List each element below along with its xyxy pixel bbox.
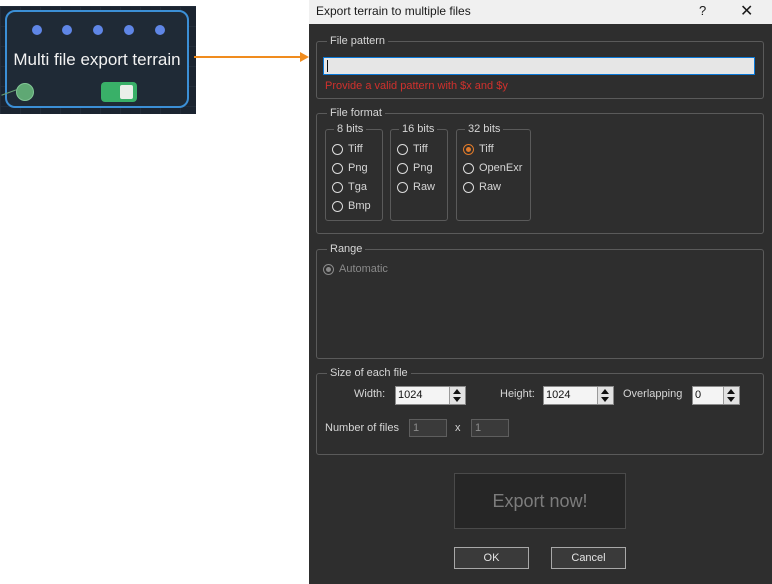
input-port-1[interactable] — [32, 25, 42, 35]
number-of-files-x-field: 1 — [409, 419, 447, 437]
input-port-2[interactable] — [62, 25, 72, 35]
width-label: Width: — [354, 388, 386, 400]
spin-down-icon[interactable] — [453, 397, 461, 402]
format-16bits-group: 16 bits Tiff Png Raw — [390, 123, 448, 221]
radio-circle — [397, 181, 408, 193]
number-of-files-x-value: 1 — [413, 422, 420, 434]
radio-label: Raw — [479, 181, 502, 193]
radio-16bit-png[interactable]: Png — [397, 160, 433, 176]
format-8bits-group: 8 bits Tiff Png Tga Bmp — [325, 123, 383, 221]
help-button[interactable]: ? — [699, 3, 706, 18]
format-32bits-group: 32 bits Tiff OpenExr Raw — [456, 123, 531, 221]
toggle-knob — [120, 85, 133, 99]
format-16bits-legend: 16 bits — [399, 123, 438, 136]
radio-32bit-openexr[interactable]: OpenExr — [463, 160, 522, 176]
radio-32bit-tiff[interactable]: Tiff — [463, 141, 494, 157]
radio-8bit-tga[interactable]: Tga — [332, 179, 367, 195]
radio-circle — [463, 162, 474, 174]
spin-down-icon[interactable] — [601, 397, 609, 402]
spin-up-icon[interactable] — [601, 389, 609, 394]
file-pattern-input[interactable] — [323, 57, 755, 75]
radio-8bit-tiff[interactable]: Tiff — [332, 141, 363, 157]
input-port-3[interactable] — [93, 25, 103, 35]
overlapping-value: 0 — [695, 389, 702, 401]
radio-label: Png — [348, 162, 368, 174]
width-stepper[interactable] — [449, 387, 465, 404]
node-enable-toggle[interactable] — [101, 82, 137, 102]
overlapping-stepper[interactable] — [723, 387, 739, 404]
times-label: x — [455, 422, 461, 434]
radio-8bit-bmp[interactable]: Bmp — [332, 198, 371, 214]
spin-down-icon[interactable] — [727, 397, 735, 402]
cancel-button[interactable]: Cancel — [551, 547, 626, 569]
spin-up-icon[interactable] — [727, 389, 735, 394]
height-stepper[interactable] — [597, 387, 613, 404]
text-caret — [327, 60, 328, 72]
height-value: 1024 — [546, 389, 571, 401]
number-of-files-label: Number of files — [325, 422, 399, 434]
dialog-titlebar: Export terrain to multiple files ? ✕ — [309, 0, 772, 24]
export-dialog: Export terrain to multiple files ? ✕ Fil… — [309, 0, 772, 584]
callout-arrow-line — [194, 56, 302, 58]
dialog-title: Export terrain to multiple files — [316, 4, 471, 18]
multi-file-export-node[interactable]: Multi file export terrain — [1, 10, 189, 108]
radio-16bit-tiff[interactable]: Tiff — [397, 141, 428, 157]
height-spinbox[interactable]: 1024 — [543, 386, 614, 405]
range-group: Range Automatic — [316, 243, 764, 359]
overlapping-label: Overlapping — [623, 388, 683, 400]
size-group: Size of each file Width: 1024 Height: 10… — [316, 367, 764, 455]
overlapping-spinbox[interactable]: 0 — [692, 386, 740, 405]
callout-arrow-head — [300, 52, 309, 62]
radio-16bit-raw[interactable]: Raw — [397, 179, 435, 195]
radio-circle — [332, 143, 343, 155]
radio-label: Raw — [413, 181, 436, 193]
number-of-files-y-field: 1 — [471, 419, 509, 437]
radio-circle-disabled — [323, 263, 334, 275]
export-now-button[interactable]: Export now! — [454, 473, 626, 529]
format-32bits-legend: 32 bits — [465, 123, 504, 136]
radio-label: OpenExr — [479, 162, 523, 174]
radio-label: Automatic — [339, 263, 388, 275]
input-port-5[interactable] — [155, 25, 165, 35]
radio-32bit-raw[interactable]: Raw — [463, 179, 501, 195]
width-value: 1024 — [398, 389, 423, 401]
range-legend: Range — [327, 243, 366, 256]
input-port-4[interactable] — [124, 25, 134, 35]
radio-circle — [332, 162, 343, 174]
radio-circle — [397, 143, 408, 155]
node-graph-canvas: Multi file export terrain — [0, 6, 196, 114]
radio-circle — [332, 181, 343, 193]
radio-label: Png — [413, 162, 433, 174]
radio-circle — [397, 162, 408, 174]
file-pattern-error: Provide a valid pattern with $x and $y — [325, 80, 508, 92]
radio-8bit-png[interactable]: Png — [332, 160, 368, 176]
spin-up-icon[interactable] — [453, 389, 461, 394]
radio-circle — [332, 200, 343, 212]
radio-label: Tiff — [413, 143, 428, 155]
radio-label: Tiff — [479, 143, 494, 155]
number-of-files-y-value: 1 — [475, 422, 482, 434]
file-pattern-group: File pattern Provide a valid pattern wit… — [316, 35, 764, 99]
width-spinbox[interactable]: 1024 — [395, 386, 466, 405]
output-port[interactable] — [16, 83, 34, 101]
radio-circle — [463, 181, 474, 193]
radio-label: Bmp — [348, 200, 371, 212]
node-title: Multi file export terrain — [13, 50, 181, 69]
radio-label: Tga — [348, 181, 367, 193]
radio-range-automatic: Automatic — [323, 261, 388, 277]
file-pattern-legend: File pattern — [327, 35, 389, 48]
file-format-legend: File format — [327, 107, 385, 120]
ok-button[interactable]: OK — [454, 547, 529, 569]
close-button[interactable]: ✕ — [740, 1, 753, 21]
height-label: Height: — [500, 388, 535, 400]
format-8bits-legend: 8 bits — [334, 123, 367, 136]
file-format-group: File format 8 bits Tiff Png Tga Bmp 16 b… — [316, 107, 764, 234]
radio-circle-selected — [463, 143, 474, 155]
radio-label: Tiff — [348, 143, 363, 155]
size-legend: Size of each file — [327, 367, 411, 380]
